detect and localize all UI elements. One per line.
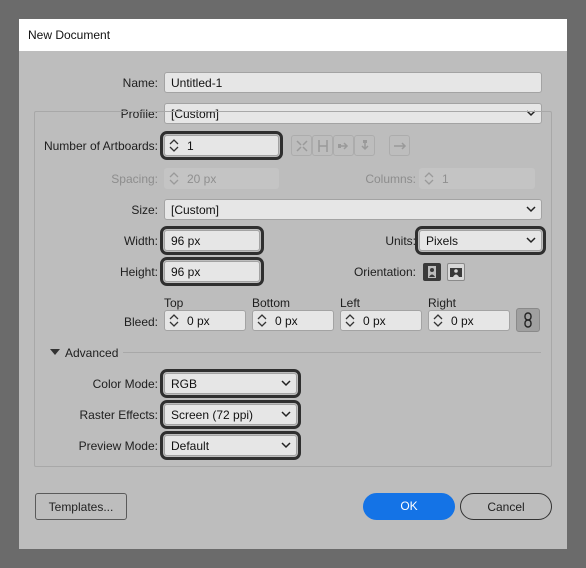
bleed-label: Bleed: (123, 315, 158, 329)
chevron-down-icon (281, 442, 291, 449)
columns-label: Columns: (365, 172, 416, 186)
stepper-arrows-icon[interactable] (343, 312, 357, 329)
bleed-bottom-label: Bottom (252, 296, 291, 310)
orientation-label: Orientation: (353, 265, 416, 279)
color-mode-value: RGB (171, 377, 198, 391)
triangle-down-icon[interactable] (50, 349, 60, 356)
cancel-button[interactable]: Cancel (460, 493, 552, 520)
arrange-by-row-button[interactable] (333, 135, 354, 156)
raster-effects-label: Raster Effects: (79, 408, 158, 422)
stepper-arrows-icon (169, 172, 179, 185)
columns-value: 1 (442, 172, 449, 186)
artboards-label: Number of Artboards: (43, 139, 158, 153)
bleed-right-label: Right (428, 296, 457, 310)
width-input[interactable]: 96 px (160, 226, 264, 255)
bleed-left-value: 0 px (363, 314, 386, 328)
size-label: Size: (131, 203, 158, 217)
raster-effects-value: Screen (72 ppi) (171, 408, 254, 422)
bleed-left-stepper[interactable]: 0 px (340, 310, 422, 331)
bleed-right-value: 0 px (451, 314, 474, 328)
bleed-top-stepper[interactable]: 0 px (164, 310, 246, 331)
spacing-label: Spacing: (111, 172, 158, 186)
size-select[interactable]: [Custom] (164, 199, 542, 220)
bleed-right-stepper[interactable]: 0 px (428, 310, 510, 331)
raster-effects-select[interactable]: Screen (72 ppi) (160, 400, 301, 429)
stepper-arrows-icon[interactable] (167, 312, 181, 329)
grid-by-column-button[interactable] (312, 135, 333, 156)
artboards-value: 1 (187, 139, 194, 153)
preview-mode-value: Default (171, 439, 210, 453)
templates-button[interactable]: Templates... (35, 493, 127, 520)
bleed-bottom-stepper[interactable]: 0 px (252, 310, 334, 331)
name-input[interactable]: Untitled-1 (164, 72, 542, 93)
bleed-left-label: Left (340, 296, 361, 310)
arrange-by-column-icon (361, 140, 369, 151)
color-mode-select[interactable]: RGB (160, 369, 301, 398)
color-mode-label: Color Mode: (92, 377, 158, 391)
arrange-by-row-icon (338, 142, 349, 150)
chevron-down-icon (526, 237, 536, 244)
bleed-bottom-value: 0 px (275, 314, 298, 328)
layout-direction-button[interactable] (389, 135, 410, 156)
size-value: [Custom] (171, 203, 220, 217)
stepper-arrows-icon[interactable] (255, 312, 269, 329)
landscape-button[interactable] (447, 263, 465, 281)
artboards-stepper[interactable]: 1 (160, 131, 283, 160)
link-bleed-button[interactable] (516, 308, 540, 332)
portrait-icon (428, 266, 436, 278)
advanced-divider (123, 352, 541, 353)
grid-by-row-button[interactable] (291, 135, 312, 156)
ok-button[interactable]: OK (363, 493, 455, 520)
height-input[interactable]: 96 px (160, 257, 264, 286)
landscape-icon (450, 268, 462, 277)
name-label: Name: (122, 76, 158, 90)
width-label: Width: (123, 234, 158, 248)
window-title: New Document (28, 28, 111, 42)
chevron-down-icon (281, 380, 291, 387)
new-document-dialog: New Document Name: Untitled-1 Profile: [… (19, 19, 567, 549)
bleed-top-value: 0 px (187, 314, 210, 328)
units-label: Units: (385, 234, 416, 248)
portrait-button[interactable] (423, 263, 441, 281)
spacing-stepper[interactable]: 20 px (164, 168, 279, 189)
height-label: Height: (119, 265, 158, 279)
preview-mode-label: Preview Mode: (78, 439, 158, 453)
arrange-by-column-button[interactable] (354, 135, 375, 156)
chevron-down-icon (526, 206, 536, 213)
advanced-toggle[interactable]: Advanced (65, 346, 118, 360)
arrow-right-icon (394, 142, 407, 150)
grid-by-row-icon (296, 140, 308, 152)
spacing-value: 20 px (187, 172, 217, 186)
units-value: Pixels (426, 234, 459, 248)
chevron-down-icon (281, 411, 291, 418)
bleed-top-label: Top (164, 296, 184, 310)
stepper-arrows-icon[interactable] (431, 312, 445, 329)
preview-mode-select[interactable]: Default (160, 431, 301, 460)
units-select[interactable]: Pixels (415, 226, 546, 255)
columns-stepper[interactable]: 1 (419, 168, 535, 189)
title-bar: New Document (19, 19, 567, 51)
chain-link-icon (524, 312, 532, 328)
stepper-arrows-icon (424, 172, 434, 185)
grid-by-column-icon (318, 140, 328, 152)
stepper-arrows-icon[interactable] (167, 137, 181, 154)
